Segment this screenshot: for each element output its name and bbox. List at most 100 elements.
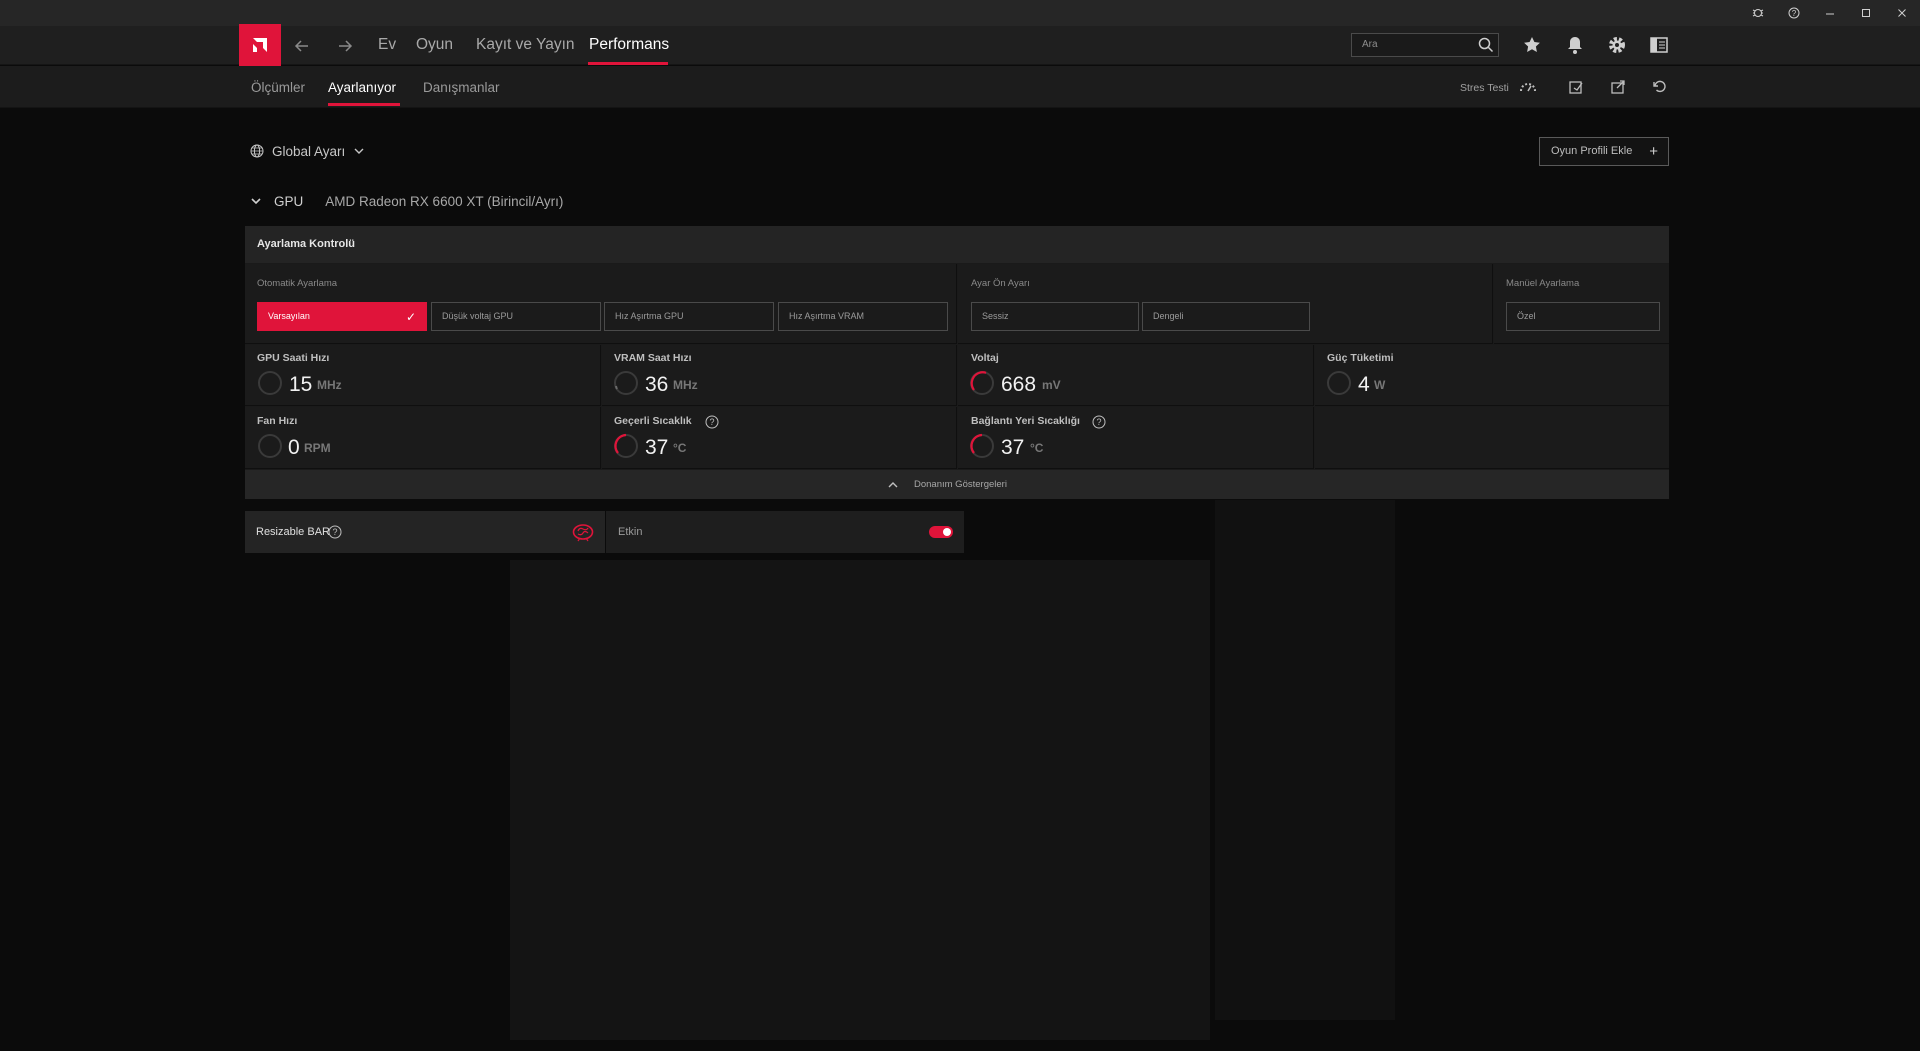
settings-gear-icon[interactable] — [1606, 34, 1628, 56]
amd-logo[interactable] — [239, 24, 281, 66]
resizable-bar-help-icon[interactable]: ? — [328, 525, 342, 539]
nav-performans[interactable]: Performans — [589, 36, 669, 58]
sidebar-panel-icon[interactable] — [1648, 34, 1670, 56]
nav-ev[interactable]: Ev — [378, 36, 396, 58]
import-profile-icon[interactable] — [1566, 77, 1586, 97]
minimize-icon[interactable] — [1812, 0, 1848, 26]
metric-empty — [1315, 407, 1669, 469]
favorites-star-icon[interactable] — [1521, 34, 1543, 56]
stress-test-label[interactable]: Stres Testi — [1460, 82, 1509, 94]
tab-danismanlar[interactable]: Danışmanlar — [423, 80, 500, 95]
svg-text:?: ? — [709, 417, 714, 427]
nav-active-underline — [588, 62, 668, 65]
auto-tuning-label: Otomatik Ayarlama — [257, 278, 338, 289]
background-overlay-sidebar — [1215, 500, 1395, 1020]
export-profile-icon[interactable] — [1608, 77, 1628, 97]
temp-help-icon[interactable]: ? — [705, 415, 719, 429]
fan-value: 0 — [288, 436, 300, 459]
gpu-label: GPU — [274, 193, 304, 209]
gpu-section-header[interactable]: GPU AMD Radeon RX 6600 XT (Birincil/Ayrı… — [250, 191, 563, 211]
top-nav — [0, 26, 1920, 65]
gpu-clock-gauge-icon — [258, 371, 282, 395]
manual-tuning-label: Manüel Ayarlama — [1506, 278, 1580, 289]
svg-text:?: ? — [1792, 9, 1797, 18]
svg-text:?: ? — [332, 527, 337, 537]
back-arrow-icon[interactable] — [290, 34, 314, 58]
smart-technology-icon — [572, 524, 594, 542]
fan-label: Fan Hızı — [257, 415, 298, 427]
resizable-bar-state-label: Etkin — [618, 526, 643, 538]
option-ozel[interactable]: Özel — [1506, 302, 1660, 331]
reset-icon[interactable] — [1650, 77, 1670, 97]
option-hiz-asirtma-gpu[interactable]: Hız Aşırtma GPU — [604, 302, 774, 331]
temp-label: Geçerli Sıcaklık — [614, 415, 692, 427]
tab-active-underline — [328, 103, 400, 106]
background-overlay-content — [510, 560, 1210, 1040]
gpu-name: AMD Radeon RX 6600 XT (Birincil/Ayrı) — [325, 193, 564, 209]
profile-scope-selector[interactable]: Global Ayarı — [250, 141, 365, 161]
option-sessiz[interactable]: Sessiz — [971, 302, 1139, 331]
junction-unit: °C — [1030, 441, 1044, 455]
gpu-clock-value: 15 — [289, 373, 313, 396]
gpu-clock-label: GPU Saati Hızı — [257, 352, 330, 364]
title-bar — [0, 0, 1920, 26]
temp-gauge-icon — [614, 433, 638, 458]
temp-unit: °C — [673, 441, 687, 455]
svg-text:?: ? — [1096, 417, 1101, 427]
notifications-bell-icon[interactable] — [1564, 34, 1586, 56]
junction-gauge-icon — [970, 433, 994, 458]
bug-icon[interactable] — [1740, 0, 1776, 26]
voltage-label: Voltaj — [971, 352, 999, 364]
help-icon[interactable]: ? — [1776, 0, 1812, 26]
preset-label: Ayar Ön Ayarı — [971, 278, 1030, 289]
voltage-value: 668 — [1001, 373, 1037, 396]
profile-scope-label: Global Ayarı — [272, 143, 346, 159]
junction-help-icon[interactable]: ? — [1092, 415, 1106, 429]
gpu-clock-unit: MHz — [317, 378, 342, 392]
vram-clock-unit: MHz — [673, 378, 698, 392]
voltage-unit: mV — [1042, 378, 1061, 392]
option-hiz-asirtma-vram[interactable]: Hız Aşırtma VRAM — [778, 302, 948, 331]
junction-value: 37 — [1001, 436, 1025, 459]
vram-clock-gauge-icon — [614, 371, 638, 395]
tuning-control-title: Ayarlama Kontrolü — [245, 226, 1669, 263]
temp-value: 37 — [645, 436, 669, 459]
add-game-profile-button[interactable]: Oyun Profili Ekle + — [1539, 137, 1669, 166]
option-varsayilan-label: Varsayılan — [268, 311, 310, 321]
fan-gauge-icon — [258, 434, 282, 458]
resizable-bar-state-row — [606, 511, 964, 553]
option-varsayilan[interactable]: Varsayılan ✓ — [257, 302, 427, 331]
resizable-bar-label: Resizable BAR — [256, 526, 330, 538]
option-dusuk-voltaj-gpu[interactable]: Düşük voltaj GPU — [431, 302, 601, 331]
resizable-bar-toggle[interactable] — [929, 526, 953, 538]
toggle-knob — [943, 528, 951, 536]
chevron-down-icon — [354, 148, 364, 154]
power-value: 4 — [1358, 373, 1370, 396]
hardware-indicators-toggle[interactable]: Donanım Göstergeleri — [245, 470, 1669, 499]
hardware-indicators-label: Donanım Göstergeleri — [914, 479, 1007, 490]
power-unit: W — [1374, 378, 1386, 392]
nav-kayit-ve-yayin[interactable]: Kayıt ve Yayın — [476, 36, 575, 58]
globe-icon — [250, 144, 264, 158]
power-gauge-icon — [1327, 371, 1351, 395]
voltage-gauge-icon — [970, 371, 994, 395]
search-icon[interactable] — [1476, 35, 1496, 55]
forward-arrow-icon[interactable] — [333, 34, 357, 58]
vram-clock-label: VRAM Saat Hızı — [614, 352, 692, 364]
power-label: Güç Tüketimi — [1327, 352, 1394, 364]
close-icon[interactable] — [1884, 0, 1920, 26]
junction-label: Bağlantı Yeri Sıcaklığı — [971, 415, 1080, 427]
maximize-icon[interactable] — [1848, 0, 1884, 26]
tab-ayarlaniyor[interactable]: Ayarlanıyor — [328, 80, 396, 95]
plus-icon: + — [1649, 143, 1658, 160]
fan-unit: RPM — [304, 441, 331, 455]
chevron-up-icon — [888, 482, 898, 488]
check-icon: ✓ — [405, 310, 416, 324]
option-dengeli[interactable]: Dengeli — [1142, 302, 1310, 331]
tab-olcumler[interactable]: Ölçümler — [251, 80, 305, 95]
collapse-chevron-icon — [251, 198, 261, 205]
add-game-profile-label: Oyun Profili Ekle — [1551, 145, 1633, 157]
stress-test-gauge-icon[interactable] — [1518, 77, 1538, 97]
vram-clock-value: 36 — [645, 373, 669, 396]
nav-oyun[interactable]: Oyun — [416, 36, 453, 58]
